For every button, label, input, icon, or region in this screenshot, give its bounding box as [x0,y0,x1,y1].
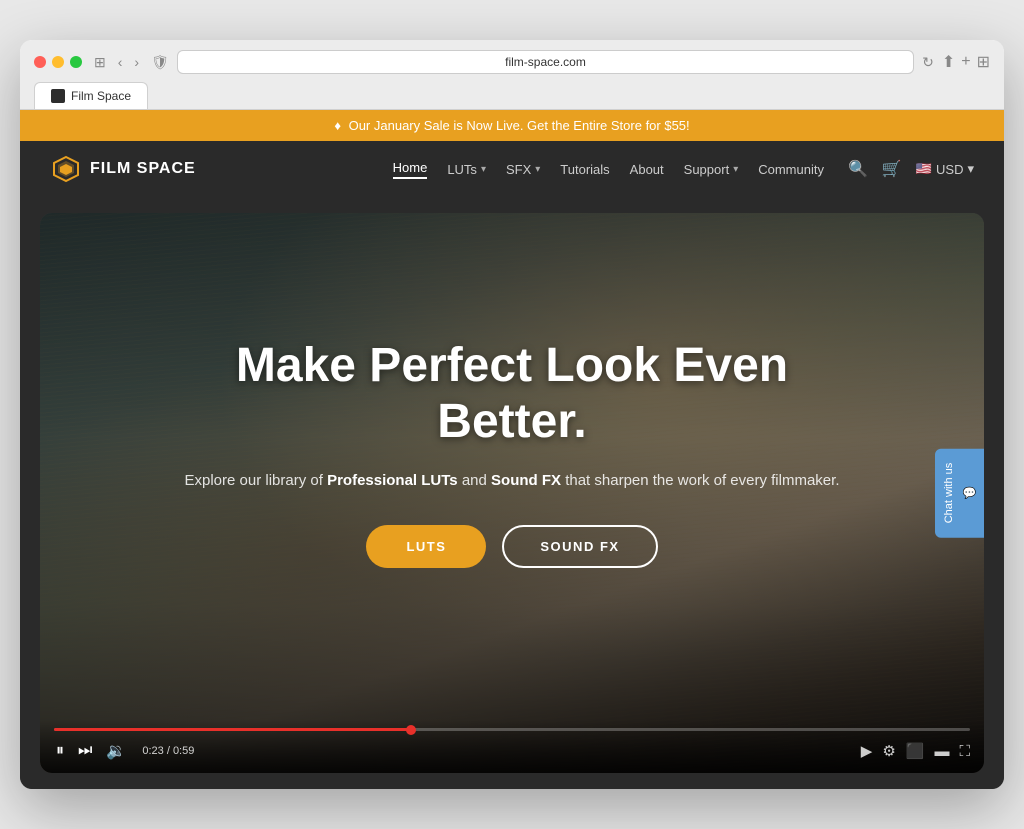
chevron-down-icon: ▾ [481,164,486,175]
minimize-button[interactable] [52,56,64,68]
currency-label: USD [936,162,963,177]
hero-section: Make Perfect Look Even Better. Explore o… [40,213,984,773]
currency-selector[interactable]: 🇺🇸 USD ▾ [916,161,974,177]
youtube-play-icon[interactable]: ▶ [861,742,873,760]
time-display: 0:23 / 0:59 [142,745,194,757]
navigation: FILM SPACE Home LUTs ▾ SFX ▾ Tutorials [20,141,1004,197]
nav-item-luts[interactable]: LUTs ▾ [447,162,486,177]
progress-fill [54,728,411,731]
new-tab-icon[interactable]: + [961,53,970,71]
flag-icon: 🇺🇸 [916,161,932,177]
video-progress-bar[interactable] [54,728,970,731]
tab-title: Film Space [71,89,131,103]
reload-icon[interactable]: ↻ [922,54,934,71]
browser-chrome: ⊞ ‹ › 🛡 ↻ ⬆ + ⊞ Film Space [20,40,1004,110]
nav-item-support[interactable]: Support ▾ [684,162,739,177]
progress-indicator [406,725,416,735]
nav-item-home[interactable]: Home [393,160,428,179]
nav-item-tutorials[interactable]: Tutorials [560,162,609,177]
luts-button[interactable]: LUTS [366,525,486,568]
fullscreen-icon[interactable]: ⛶ [959,743,970,760]
hero-content: Make Perfect Look Even Better. Explore o… [40,213,984,773]
currency-chevron-icon: ▾ [967,161,974,177]
nav-item-community[interactable]: Community [758,162,824,177]
settings-icon[interactable]: ⚙ [882,742,895,760]
volume-button[interactable]: 🔉 [104,739,128,763]
chat-label: Chat with us [943,463,955,524]
back-button[interactable]: ‹ [114,52,127,72]
diamond-icon: ♦ [334,118,341,133]
nav-actions: 🔍 🛒 🇺🇸 USD ▾ [848,159,974,179]
search-icon[interactable]: 🔍 [848,159,868,179]
bottom-spacer [20,773,1004,789]
logo-icon [50,153,82,185]
chevron-down-icon: ▾ [535,164,540,175]
browser-window: ⊞ ‹ › 🛡 ↻ ⬆ + ⊞ Film Space [20,40,1004,789]
right-controls: ▶ ⚙ ⬛ ▬ ⛶ [861,742,970,760]
announcement-text: Our January Sale is Now Live. Get the En… [349,118,690,133]
grid-icon[interactable]: ⊞ [977,52,990,72]
share-icon[interactable]: ⬆ [942,52,955,72]
chat-icon: 💬 [963,486,976,499]
traffic-lights [34,56,82,68]
close-button[interactable] [34,56,46,68]
logo[interactable]: FILM SPACE [50,153,196,185]
next-button[interactable]: ⏭ [76,740,94,762]
cart-icon[interactable]: 🛒 [882,159,902,179]
active-tab[interactable]: Film Space [34,82,148,109]
nav-item-sfx[interactable]: SFX ▾ [506,162,540,177]
chevron-down-icon: ▾ [733,164,738,175]
nav-item-about[interactable]: About [630,162,664,177]
hero-subtitle: Explore our library of Professional LUTs… [185,469,840,493]
soundfx-button[interactable]: SOUND FX [502,525,657,568]
shield-icon: 🛡 [151,54,169,71]
website-content: ♦ Our January Sale is Now Live. Get the … [20,110,1004,789]
chat-widget[interactable]: 💬 Chat with us [935,449,984,538]
controls-row: ⏸ ⏭ 🔉 0:23 / 0:59 ▶ ⚙ ⬛ ▬ ⛶ [54,739,970,763]
logo-text: FILM SPACE [90,160,196,178]
theater-icon[interactable]: ▬ [934,743,949,760]
forward-button[interactable]: › [130,52,143,72]
sidebar-toggle-button[interactable]: ⊞ [90,52,110,73]
nav-menu: Home LUTs ▾ SFX ▾ Tutorials About Suppor [393,160,824,179]
pause-button[interactable]: ⏸ [54,740,66,762]
maximize-button[interactable] [70,56,82,68]
address-bar[interactable] [177,50,914,74]
announcement-bar: ♦ Our January Sale is Now Live. Get the … [20,110,1004,141]
miniplayer-icon[interactable]: ⬛ [906,742,925,760]
video-controls: ⏸ ⏭ 🔉 0:23 / 0:59 ▶ ⚙ ⬛ ▬ ⛶ [40,720,984,773]
hero-title: Make Perfect Look Even Better. [162,338,862,448]
hero-buttons: LUTS SOUND FX [366,525,657,568]
tab-favicon [51,89,65,103]
